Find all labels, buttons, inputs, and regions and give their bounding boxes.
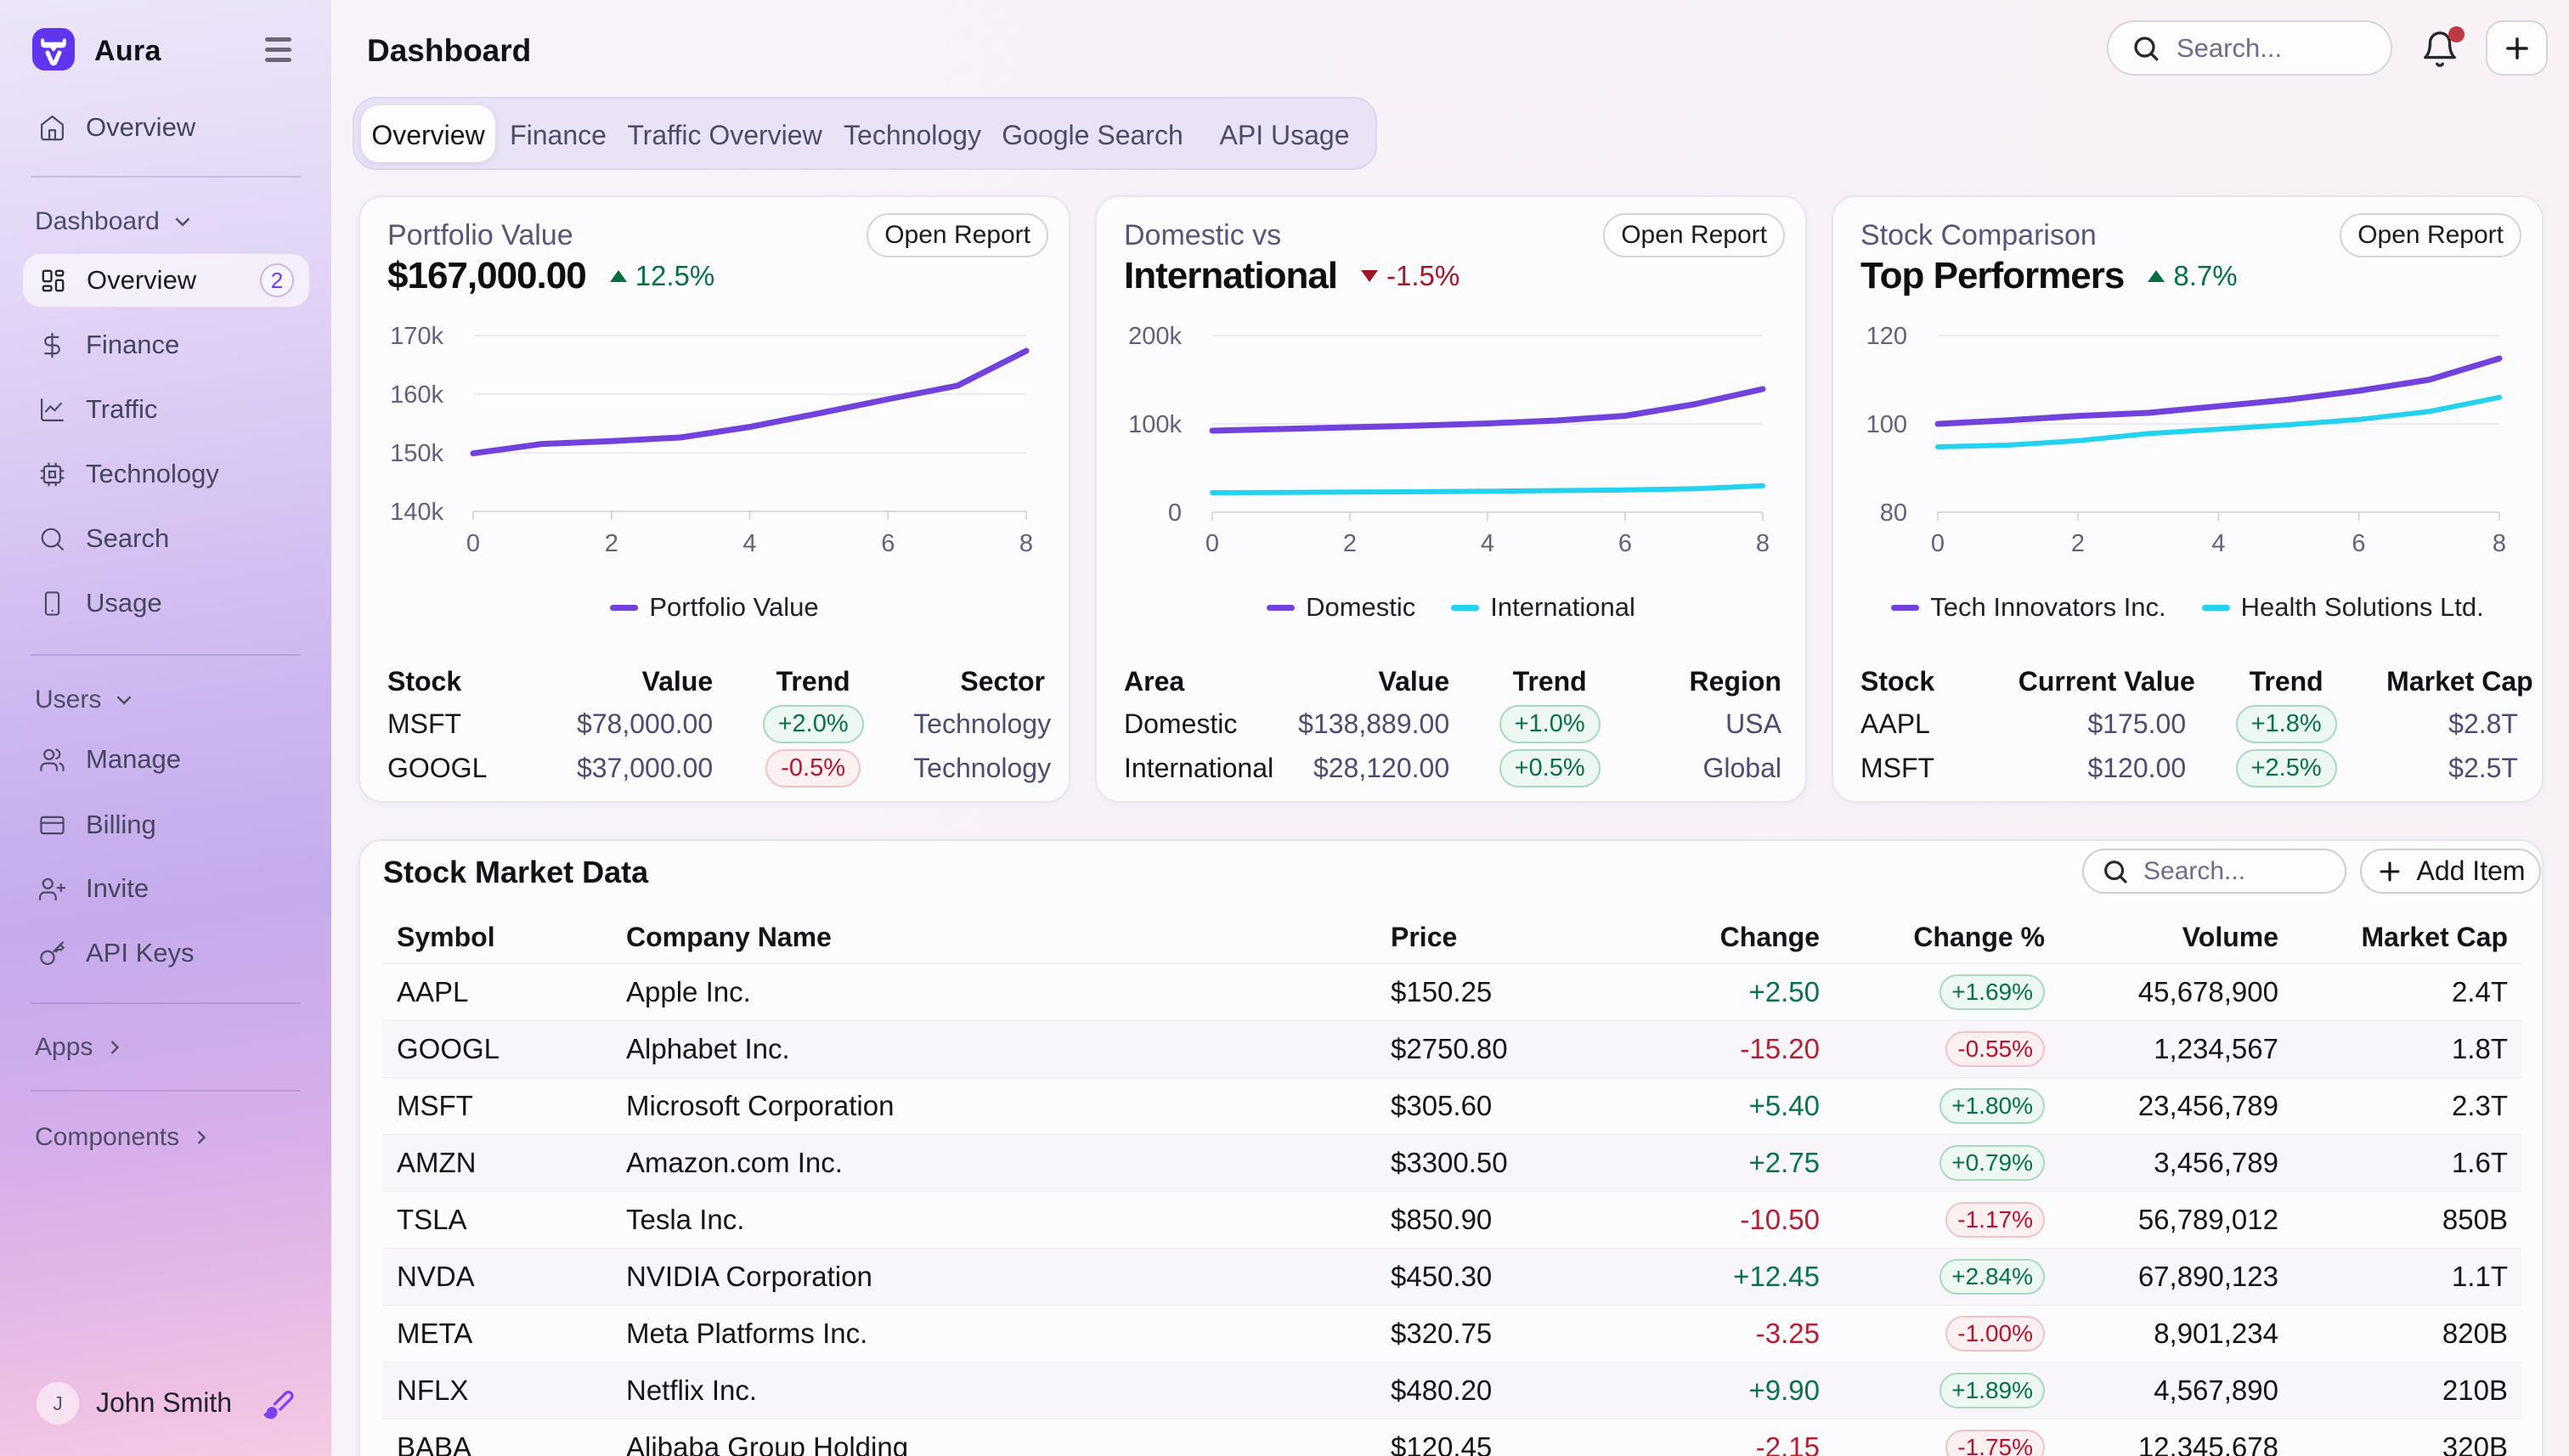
svg-text:120: 120 [1866,323,1907,350]
svg-text:200k: 200k [1128,323,1182,350]
svg-text:2: 2 [1343,530,1357,554]
svg-text:4: 4 [742,530,756,554]
svg-text:8: 8 [1019,530,1033,554]
svg-text:0: 0 [1168,499,1182,527]
svg-text:100: 100 [1866,411,1907,438]
svg-text:4: 4 [1481,530,1494,554]
svg-text:150k: 150k [390,440,443,467]
svg-text:80: 80 [1880,499,1907,527]
svg-text:170k: 170k [390,323,443,350]
svg-text:2: 2 [2071,530,2085,554]
svg-text:8: 8 [2493,530,2506,554]
svg-text:6: 6 [1618,530,1632,554]
svg-text:6: 6 [2352,530,2365,554]
svg-text:160k: 160k [390,381,443,409]
svg-text:0: 0 [1205,530,1219,554]
svg-text:2: 2 [605,530,618,554]
svg-text:0: 0 [1931,530,1945,554]
svg-text:8: 8 [1756,530,1770,554]
svg-text:6: 6 [881,530,895,554]
svg-text:0: 0 [466,530,480,554]
svg-text:4: 4 [2211,530,2225,554]
svg-text:140k: 140k [390,499,443,526]
svg-text:100k: 100k [1128,411,1182,438]
